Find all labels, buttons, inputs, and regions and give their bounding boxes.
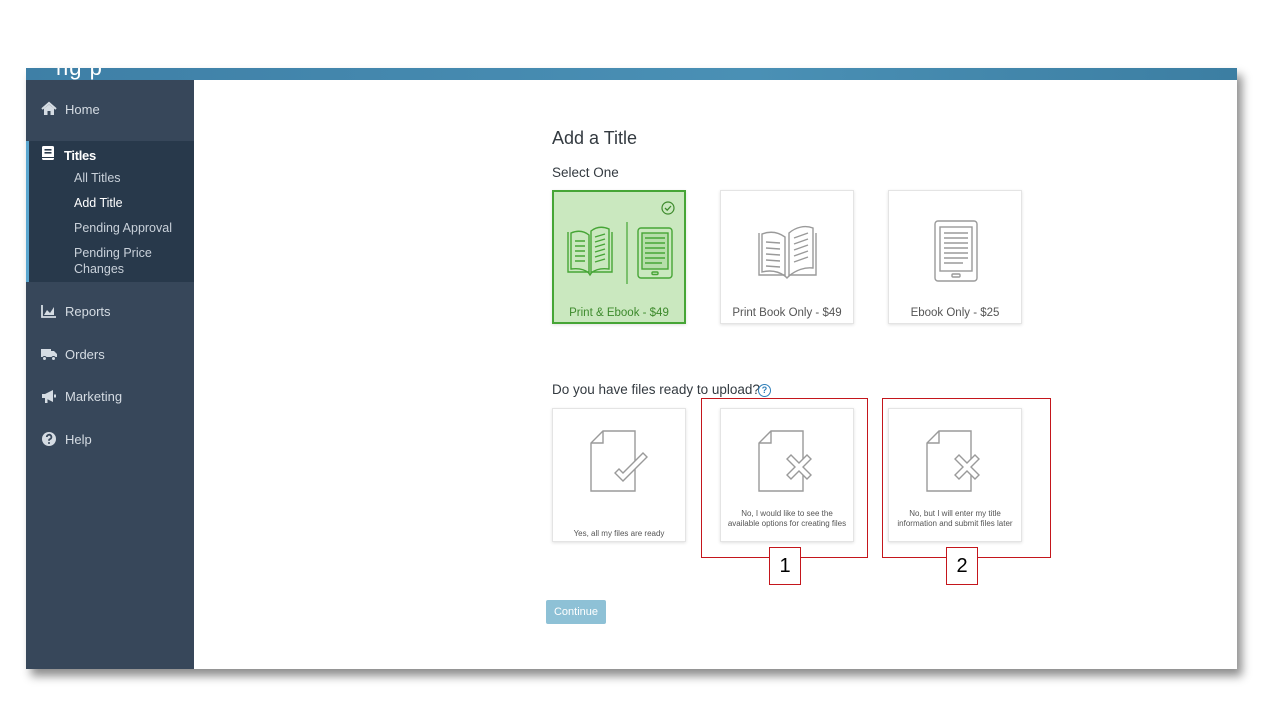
select-one-label: Select One: [552, 165, 619, 180]
format-option-label: Ebook Only - $25: [910, 307, 1000, 319]
sidebar-item-help[interactable]: Help: [26, 428, 194, 452]
sidebar-item-home[interactable]: Home: [26, 98, 194, 122]
sidebar-item-label: Orders: [65, 347, 105, 362]
file-option-yes-ready[interactable]: Yes, all my files are ready: [552, 408, 686, 542]
ebook-reader-icon: [934, 220, 978, 282]
format-option-print-and-ebook[interactable]: Print & Ebook - $49: [552, 190, 686, 324]
book-icon: [42, 146, 54, 160]
top-header-bar: ng p: [26, 68, 1237, 80]
callout-box-1: [701, 398, 868, 558]
question-icon: [42, 432, 56, 446]
home-icon: [41, 101, 57, 115]
page-title: Add a Title: [552, 128, 638, 148]
format-option-print-only[interactable]: Print Book Only - $49: [720, 190, 854, 324]
sidebar: Home Titles All Titles Add Title Pending…: [26, 80, 194, 669]
document-check-icon: [590, 430, 648, 492]
sidebar-item-label: Reports: [65, 304, 111, 319]
format-option-ebook-only[interactable]: Ebook Only - $25: [888, 190, 1022, 324]
format-option-label: Print Book Only - $49: [732, 307, 842, 319]
open-book-icon: [758, 225, 817, 279]
chart-icon: [41, 305, 56, 318]
callout-number-1: 1: [769, 547, 801, 585]
sidebar-item-marketing[interactable]: Marketing: [26, 385, 194, 409]
sidebar-item-reports[interactable]: Reports: [26, 300, 194, 324]
sidebar-item-label: Marketing: [65, 389, 123, 404]
sidebar-section-titles: Titles All Titles Add Title Pending Appr…: [26, 141, 194, 282]
continue-button[interactable]: Continue: [546, 600, 606, 624]
sidebar-item-label: Help: [65, 432, 92, 447]
sidebar-item-label: Titles: [64, 148, 96, 163]
sidebar-subitem-pending-approval[interactable]: Pending Approval: [74, 220, 189, 236]
format-option-label: Print & Ebook - $49: [569, 307, 669, 319]
sidebar-subitem-pending-price-changes[interactable]: Pending Price Changes: [74, 245, 189, 277]
callout-box-2: [882, 398, 1051, 558]
app-window: ng p Home Titles All Titles Add Title: [26, 68, 1237, 669]
truck-icon: [41, 349, 57, 361]
sidebar-subitem-all-titles[interactable]: All Titles: [74, 170, 189, 186]
file-option-label: Yes, all my files are ready: [573, 529, 665, 538]
callout-number-2: 2: [946, 547, 978, 585]
sidebar-item-label: Home: [65, 102, 100, 117]
megaphone-icon: [42, 390, 56, 403]
print-and-ebook-icon: [567, 222, 673, 284]
sidebar-item-orders[interactable]: Orders: [26, 343, 194, 367]
check-circle-icon: [661, 201, 675, 215]
sidebar-subitem-add-title[interactable]: Add Title: [74, 195, 189, 211]
sidebar-item-titles[interactable]: Titles: [29, 141, 194, 167]
files-question-label: Do you have files ready to upload?: [552, 382, 760, 397]
help-circle-icon[interactable]: ?: [758, 384, 771, 397]
